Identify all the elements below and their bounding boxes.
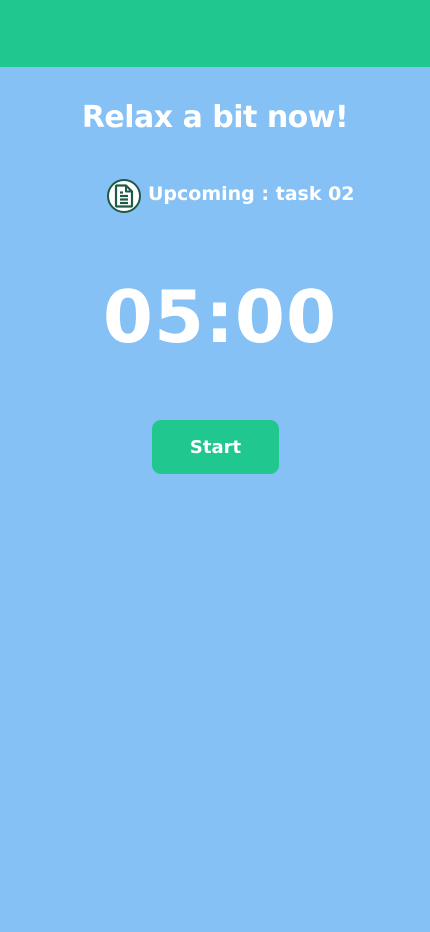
countdown-timer: 05:00 xyxy=(102,275,338,359)
upcoming-task-label: Upcoming : task 02 xyxy=(148,183,355,205)
page-title: Relax a bit now! xyxy=(81,100,349,135)
upcoming-task: Upcoming : task 02 xyxy=(107,179,355,213)
document-icon xyxy=(107,179,141,213)
top-app-bar xyxy=(0,0,430,67)
start-button[interactable]: Start xyxy=(152,420,279,474)
